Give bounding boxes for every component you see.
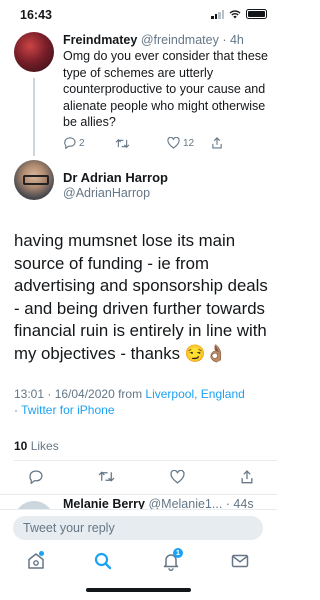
search-icon (94, 552, 112, 570)
likes-label: Likes (27, 439, 59, 453)
heart-icon (167, 137, 180, 149)
avatar[interactable] (14, 32, 54, 72)
tweet-text: Omg do you ever consider that these type… (63, 49, 268, 130)
next-tweet-header: Melanie Berry @Melanie1... · 44s (63, 497, 254, 509)
author-handle: @Melanie1... (148, 497, 223, 509)
divider (0, 494, 277, 495)
reply-composer: Tweet your reply (0, 509, 277, 544)
share-icon[interactable] (240, 470, 254, 484)
tweet-meta: 13:01 · 16/04/2020 from Liverpool, Engla… (14, 387, 270, 418)
tweet-age: · 44s (225, 497, 254, 509)
retweet-button[interactable] (115, 137, 167, 149)
location-link[interactable]: Liverpool, England (145, 387, 244, 401)
next-tweet[interactable]: Melanie Berry @Melanie1... · 44s (0, 497, 277, 509)
author-name: Melanie Berry (63, 497, 145, 509)
reply-icon[interactable] (28, 470, 43, 484)
wifi-icon (229, 10, 241, 18)
heart-icon[interactable] (170, 470, 185, 484)
tab-search[interactable] (93, 551, 113, 571)
tweet-text: having mumsnet lose its main source of f… (14, 231, 268, 363)
battery-icon (246, 9, 267, 19)
author-handle: @freindmatey (140, 33, 219, 47)
parent-tweet-header: Freindmatey @freindmatey · 4h (63, 32, 271, 48)
like-count: 12 (183, 137, 195, 149)
client-link[interactable]: Twitter for iPhone (21, 403, 114, 417)
avatar[interactable] (14, 501, 54, 509)
parent-tweet-body: Freindmatey @freindmatey · 4h Omg do you… (63, 32, 271, 130)
reply-icon (64, 137, 76, 149)
tab-messages[interactable] (230, 551, 250, 571)
divider (14, 460, 277, 461)
reply-button[interactable]: 2 (63, 137, 115, 149)
author-name[interactable]: Dr Adrian Harrop (63, 170, 168, 185)
mail-icon (231, 554, 249, 568)
likes-summary[interactable]: 10 Likes (14, 439, 59, 453)
tweet-timestamp: 13:01 · 16/04/2020 from (14, 387, 146, 401)
author-name[interactable]: Freindmatey (63, 33, 137, 47)
author-handle[interactable]: @AdrianHarrop (63, 186, 150, 200)
avatar[interactable] (14, 160, 54, 200)
new-tweets-dot (39, 551, 44, 556)
likes-count: 10 (14, 439, 28, 453)
tab-bar: 1 (0, 544, 277, 578)
home-indicator[interactable] (86, 588, 191, 592)
tweet-age: · 4h (222, 33, 244, 47)
status-time: 16:43 (20, 8, 52, 22)
signal-icon (211, 9, 224, 19)
status-icons (211, 9, 267, 19)
retweet-icon[interactable] (98, 470, 115, 483)
thread-line (33, 78, 35, 156)
notifications-badge: 1 (173, 548, 183, 558)
main-tweet-actions (28, 470, 254, 484)
reply-input[interactable]: Tweet your reply (13, 516, 263, 540)
parent-tweet-actions: 2 12 (63, 137, 263, 149)
share-icon (212, 137, 222, 149)
like-button[interactable]: 12 (167, 137, 211, 149)
tab-notifications[interactable]: 1 (161, 548, 183, 571)
status-bar: 16:43 (0, 0, 277, 26)
share-button[interactable] (211, 137, 263, 149)
retweet-icon (115, 138, 130, 148)
reply-count: 2 (79, 137, 85, 149)
tab-home[interactable] (26, 551, 46, 571)
